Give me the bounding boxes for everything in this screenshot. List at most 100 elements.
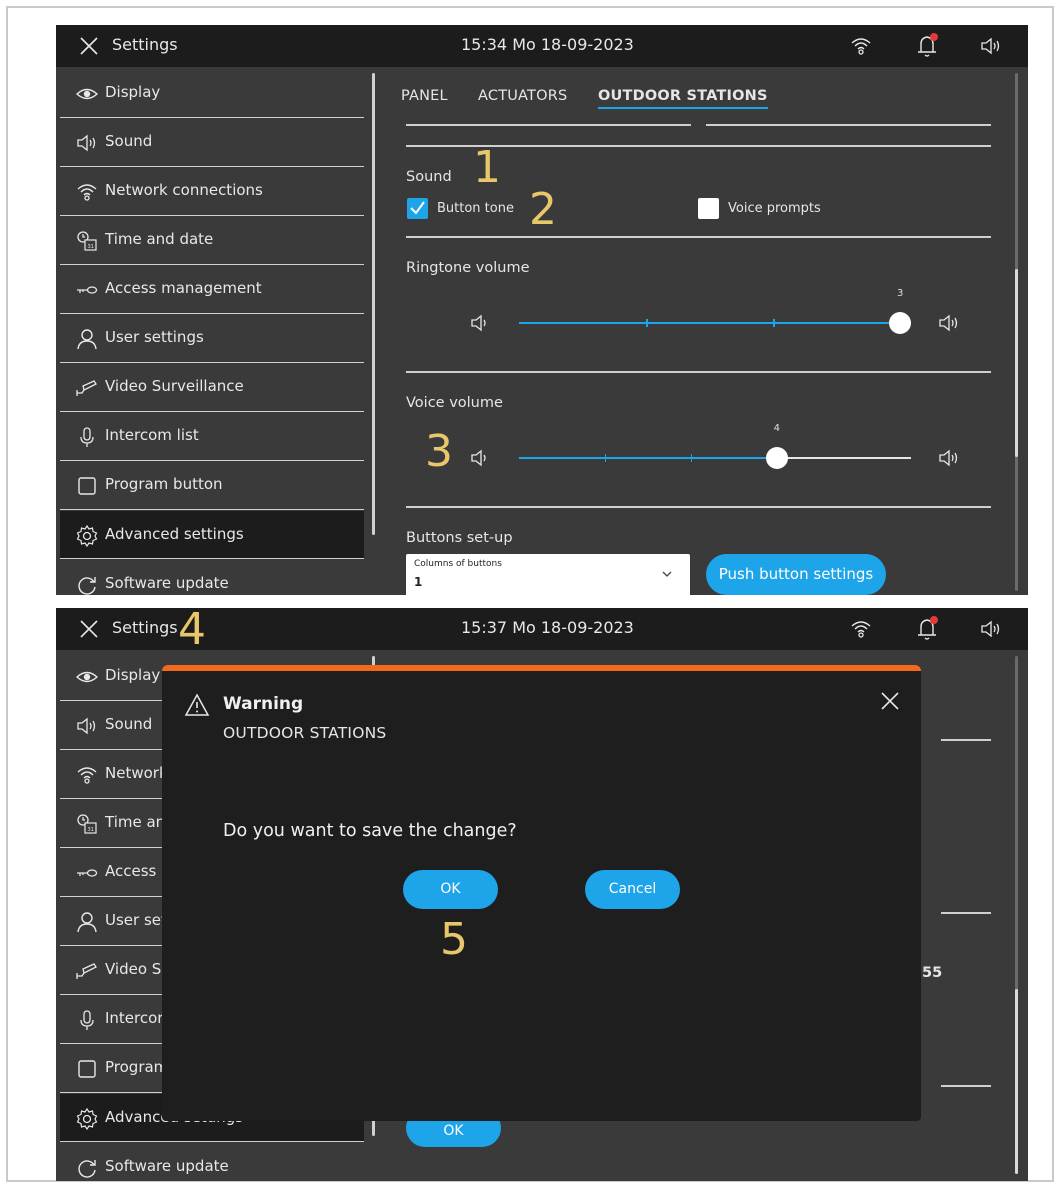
sidebar-item-label: User settings [105,328,204,346]
tab-outdoor-stations[interactable]: OUTDOOR STATIONS [598,88,768,109]
ok-button[interactable]: OK [403,870,498,909]
tab-actuators[interactable]: ACTUATORS [478,88,567,104]
sidebar-item-label: Video Surveillance [105,377,244,395]
key-icon [77,869,98,877]
slider-knob[interactable] [889,312,911,334]
select-value: 1 [414,575,423,589]
settings-screen-outdoor-stations: Settings 15:34 Mo 18-09-2023 Display Sou… [56,25,1028,595]
close-icon[interactable] [880,691,900,711]
wifi-icon[interactable] [850,35,872,57]
select-caption: Columns of buttons [414,559,502,569]
volume-high-icon[interactable] [938,447,960,469]
warning-dialog: Warning OUTDOOR STATIONS Do you want to … [162,665,921,1121]
content-scrollbar[interactable] [1015,73,1018,591]
dialog-subtitle: OUTDOOR STATIONS [223,724,387,742]
sidebar-item-user-settings[interactable]: User settings [60,314,364,363]
voice-volume-slider[interactable]: 4 [519,423,911,470]
settings-screen-save-dialog: Settings 15:37 Mo 18-09-2023 Display Sou… [56,608,1028,1181]
button-tone-checkbox[interactable] [407,198,428,219]
sidebar-item-software-update[interactable]: Software update [60,560,364,595]
content-scrollbar[interactable] [1015,656,1018,1174]
sidebar-item-label: Intercom list [105,426,199,444]
sidebar-item-advanced-settings[interactable]: Advanced settings [60,511,364,559]
close-icon[interactable] [80,37,98,55]
dialog-title: Warning [223,694,304,714]
slider-tick [773,319,775,327]
sidebar-item-intercom-list[interactable]: Intercom list [60,412,364,461]
chevron-down-icon [662,571,672,577]
speaker-icon [77,717,96,735]
square-icon [78,1060,96,1078]
divider [406,236,991,238]
volume-low-icon[interactable] [470,447,492,469]
sidebar-item-sound[interactable]: Sound [60,118,364,167]
sidebar-item-program-button[interactable]: Program button [60,461,364,510]
sidebar-scrollbar[interactable] [372,73,375,535]
microphone-icon [80,427,94,447]
datetime: 15:34 Mo 18-09-2023 [461,35,634,54]
sidebar-item-label: Time an [105,813,166,831]
step-annotation-2: 2 [529,184,557,235]
ringtone-volume-slider[interactable]: 3 [519,288,911,335]
gear-icon [76,1108,98,1130]
push-button-settings-button[interactable]: Push button settings [706,554,886,595]
camera-icon [76,963,97,979]
cancel-button[interactable]: Cancel [585,870,680,909]
slider-track-filled [519,457,777,459]
svg-text:31: 31 [88,244,94,250]
key-icon [77,286,98,294]
user-icon [77,912,97,933]
slider-value: 4 [773,423,781,434]
speaker-icon[interactable] [980,618,1002,640]
scrollbar-thumb[interactable] [1015,269,1018,457]
eye-icon [76,671,98,683]
square-icon [78,477,96,495]
top-bar: Settings 15:34 Mo 18-09-2023 [56,25,1028,67]
sidebar-item-label: User set [105,911,167,929]
sidebar-item-video-surveillance[interactable]: Video Surveillance [60,363,364,412]
voice-prompts-checkbox[interactable] [698,198,719,219]
sidebar-item-label: Program [105,1058,169,1076]
notification-bell-icon[interactable] [916,33,940,59]
divider [406,371,991,373]
divider [706,124,991,126]
close-icon[interactable] [80,620,98,638]
slider-track-filled [519,322,900,324]
camera-icon [76,380,97,396]
ringtone-volume-label: Ringtone volume [406,260,530,276]
tab-panel[interactable]: PANEL [401,88,448,104]
volume-high-icon[interactable] [938,312,960,334]
top-bar-title: Settings [112,35,178,54]
sidebar-item-display[interactable]: Display [60,69,364,118]
speaker-icon [77,134,96,152]
slider-knob[interactable] [765,447,788,469]
sidebar-item-label: Access management [105,279,262,297]
volume-low-icon[interactable] [470,312,492,334]
sidebar-item-time-date[interactable]: 31 Time and date [60,216,364,265]
slider-tick [604,454,607,462]
sidebar-item-network[interactable]: Network connections [60,167,364,216]
sidebar-item-label: Sound [105,715,153,733]
scrollbar-thumb[interactable] [1015,989,1018,1174]
clock-calendar-icon: 31 [77,231,97,251]
warning-icon [184,693,210,716]
step-annotation-4: 4 [178,604,206,655]
speaker-icon[interactable] [980,35,1002,57]
sidebar-item-label: Software update [105,1157,229,1175]
wifi-icon[interactable] [850,618,872,640]
columns-of-buttons-select[interactable]: Columns of buttons 1 [406,554,690,595]
sidebar-item-access[interactable]: Access management [60,265,364,314]
sidebar-item-label: Program button [105,475,223,493]
button-tone-label: Button tone [437,201,514,216]
slider-tick [690,454,693,462]
sidebar-item-label: Display [105,83,161,101]
slider-tick [646,319,648,327]
divider [406,124,691,126]
sidebar-item-label: Video Su [105,960,171,978]
sidebar-item-software-update[interactable]: Software update [60,1143,364,1181]
eye-icon [76,88,98,100]
notification-bell-icon[interactable] [916,616,940,642]
gear-icon [76,525,98,547]
sidebar-item-label: Display [105,666,161,684]
sound-heading: Sound [406,169,452,185]
